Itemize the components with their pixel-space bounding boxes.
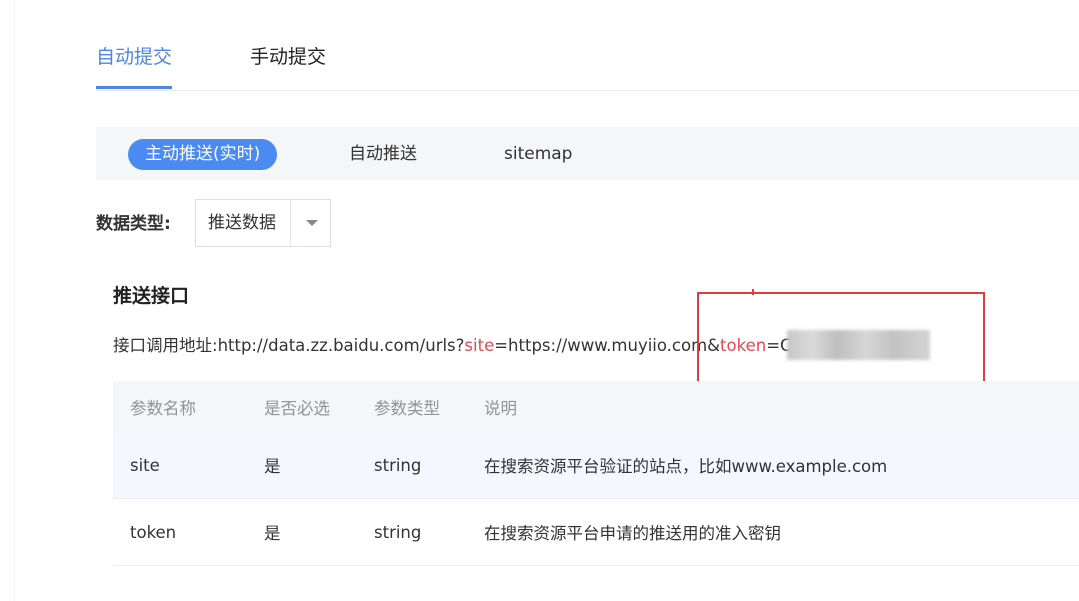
params-table: 参数名称 是否必选 参数类型 说明 site 是 string 在搜索资源平台验…	[113, 381, 1079, 566]
header-param-type: 参数类型	[357, 381, 467, 432]
cell-required: 是	[247, 498, 357, 566]
tab-auto-push[interactable]: 自动推送	[349, 139, 417, 170]
cell-description: 在搜索资源平台申请的推送用的准入密钥	[467, 498, 1079, 566]
cell-param-type: string	[357, 432, 467, 499]
header-required: 是否必选	[247, 381, 357, 432]
caret-down-icon[interactable]	[306, 220, 318, 226]
data-type-select[interactable]: 推送数据	[195, 199, 331, 247]
cell-param-name: token	[113, 498, 247, 566]
param-key-site: site	[464, 336, 495, 355]
data-type-label: 数据类型:	[96, 214, 171, 234]
header-description: 说明	[467, 381, 1079, 432]
table-row: site 是 string 在搜索资源平台验证的站点，比如www.example…	[113, 432, 1079, 499]
section-title: 推送接口	[113, 285, 190, 307]
redaction-blur	[787, 330, 931, 360]
highlight-marker	[752, 289, 754, 295]
tab-active-push-realtime[interactable]: 主动推送(实时)	[128, 139, 278, 170]
cell-required: 是	[247, 432, 357, 499]
cell-description: 在搜索资源平台验证的站点，比如www.example.com	[467, 432, 1079, 499]
header-param-name: 参数名称	[113, 381, 247, 432]
tab-auto-submit[interactable]: 自动提交	[96, 44, 173, 89]
table-header-row: 参数名称 是否必选 参数类型 说明	[113, 381, 1079, 432]
left-border	[14, 0, 15, 601]
data-type-selected-value: 推送数据	[208, 213, 276, 233]
select-divider	[290, 200, 291, 246]
cell-param-name: site	[113, 432, 247, 499]
push-method-tabs: 主动推送(实时) 自动推送 sitemap	[96, 127, 1079, 180]
tab-sitemap[interactable]: sitemap	[504, 139, 572, 170]
api-url-base: http://data.zz.baidu.com/urls?	[217, 336, 465, 355]
param-value-site: =https://www.muyiio.com&	[494, 336, 721, 355]
cell-param-type: string	[357, 498, 467, 566]
table-row: token 是 string 在搜索资源平台申请的推送用的准入密钥	[113, 498, 1079, 566]
submit-mode-tabs: 自动提交 手动提交	[96, 40, 1079, 91]
token-value-redacted: =C6Sp	[766, 330, 931, 360]
param-key-token: token	[720, 336, 767, 355]
tab-manual-submit[interactable]: 手动提交	[250, 44, 326, 70]
api-url-prefix: 接口调用地址:	[113, 336, 218, 355]
api-url-line: 接口调用地址:http://data.zz.baidu.com/urls?sit…	[113, 330, 931, 360]
